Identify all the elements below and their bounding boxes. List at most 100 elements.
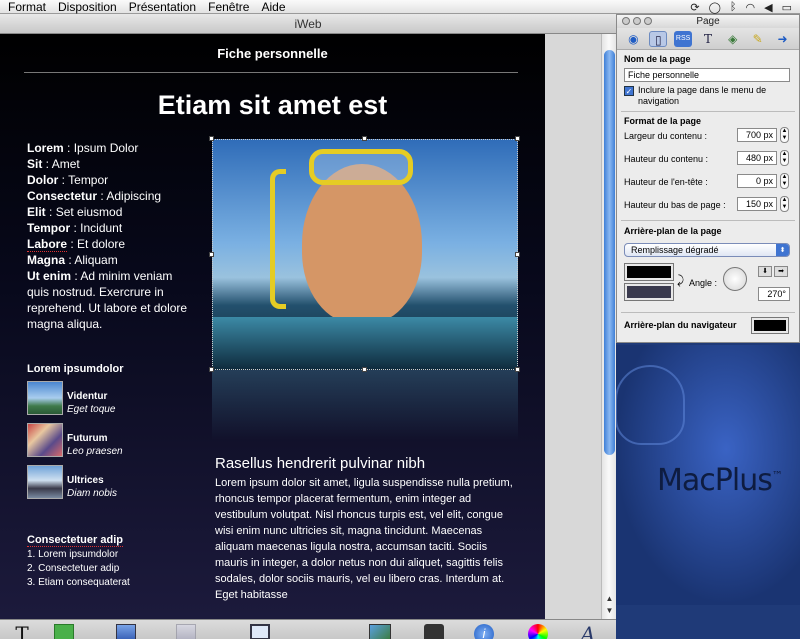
vertical-scrollbar[interactable]: ▲ ▼ [601,34,616,619]
text-box-button[interactable]: T [2,624,42,639]
link-tab-icon[interactable]: ➜ [773,31,791,47]
chevron-updown-icon: ⬍ [776,244,789,256]
wifi-icon[interactable]: ◠ [746,1,756,14]
menu-disposition[interactable]: Disposition [52,0,123,14]
menu-extras: ⟳ ◯ ᛒ ◠ ◀ ▭ [690,0,792,14]
close-button[interactable] [622,17,630,25]
bubble-icon[interactable]: ◯ [709,1,721,14]
thumb-title: Futurum [67,433,108,444]
thumb-list: Videntur Eget toque Futurum Leo praesen … [27,379,207,505]
zoom-button[interactable] [644,17,652,25]
font-icon: A [580,622,596,639]
gradient-color-top-well[interactable] [624,263,674,281]
fonts-button[interactable]: A [568,624,608,639]
header-height-label: Hauteur de l'en-tête : [624,177,708,187]
menu-bar: Format Disposition Présentation Fenêtre … [0,0,800,14]
remove-page-button[interactable] [166,624,206,639]
footer-height-field[interactable]: 150 px [737,197,777,211]
article-title[interactable]: Rasellus hendrerit pulvinar nibh [215,455,425,472]
page-add-icon [116,624,136,639]
scroll-up-arrow-icon[interactable]: ▲ [604,594,615,604]
resize-handle[interactable] [209,136,214,141]
page-canvas[interactable]: Fiche personnelle Etiam sit amet est Lor… [0,34,545,619]
adjust-button[interactable] [414,624,454,639]
volume-icon[interactable]: ◀ [764,1,772,14]
angle-right-button[interactable]: ➡ [774,266,788,277]
preview-button[interactable] [240,624,280,639]
add-page-button[interactable] [106,624,146,639]
rss-tab-icon[interactable]: RSS [674,30,693,47]
content-width-field[interactable]: 700 px [737,128,777,142]
content-height-field[interactable]: 480 px [737,151,777,165]
metrics-tab-icon[interactable]: ✎ [749,31,767,47]
divider [621,220,795,221]
page-heading[interactable]: Fiche personnelle [0,46,545,61]
battery-icon[interactable]: ▭ [782,1,792,14]
page-name-field[interactable]: Fiche personnelle [624,68,790,82]
menu-presentation[interactable]: Présentation [123,0,202,14]
header-height-field[interactable]: 0 px [737,174,777,188]
footer-height-label: Hauteur du bas de page : [624,200,726,210]
content-height-stepper[interactable]: ▲ ▼ [780,150,789,166]
thumb-subtitle: Diam nobis [67,488,118,499]
profile-line: Dolor : Tempor [27,173,109,187]
profile-line: Tempor : Incidunt [27,221,123,235]
include-menu-checkbox[interactable]: ✓ [624,86,634,96]
links-heading[interactable]: Lorem ipsumdolor [27,363,124,375]
article-body[interactable]: Lorem ipsum dolor sit amet, ligula suspe… [215,475,515,603]
thumbnail-image [27,381,63,415]
inspector-title-text: Page [696,16,720,27]
site-tab-icon[interactable]: ◉ [624,31,642,47]
page-remove-icon [176,624,196,639]
graphic-tab-icon[interactable]: ◈ [724,31,742,47]
footer-height-stepper[interactable]: ▲ ▼ [780,196,789,212]
angle-dial[interactable] [723,267,747,291]
page-title[interactable]: Etiam sit amet est [0,90,545,121]
swap-colors-icon[interactable]: ⤸ [677,273,684,288]
profile-text[interactable]: Lorem : Ipsum Dolor Sit : Amet Dolor : T… [27,140,197,332]
resize-handle[interactable] [362,367,367,372]
thumbnail-image [27,465,63,499]
resize-handle[interactable] [515,367,520,372]
resize-handle[interactable] [362,136,367,141]
resize-handle[interactable] [515,252,520,257]
scroll-thumb[interactable] [604,50,615,455]
divider [621,312,795,313]
page-tab-icon[interactable]: ▯ [649,30,668,47]
media-button[interactable] [360,624,400,639]
resize-handle[interactable] [515,136,520,141]
list-item: 3. Etiam consequaterat [27,577,130,588]
text-tab-icon[interactable]: T [699,31,717,47]
resize-handle[interactable] [209,367,214,372]
browser-bg-color-well[interactable] [751,317,789,334]
colors-button[interactable] [518,624,558,639]
menu-format[interactable]: Format [0,0,52,14]
thumb-subtitle: Eget toque [67,404,116,415]
sync-icon[interactable]: ⟳ [690,1,699,14]
list-item[interactable]: Futurum Leo praesen [27,421,207,463]
minimize-button[interactable] [633,17,641,25]
angle-field[interactable]: 270° [758,287,790,301]
inspector-button[interactable]: i [464,624,504,639]
web-page: Fiche personnelle Etiam sit amet est Lor… [0,34,545,619]
selection-border [212,139,518,370]
inspector-panel: Page ◉ ▯ RSS T ◈ ✎ ➜ Nom de la page Fich… [616,14,800,343]
menu-aide[interactable]: Aide [255,0,291,14]
list-item[interactable]: Videntur Eget toque [27,379,207,421]
apple-logo-icon [615,365,685,445]
thumbnail-image [27,423,63,457]
gradient-color-bottom-well[interactable] [624,283,674,301]
menu-fenetre[interactable]: Fenêtre [202,0,255,14]
ordered-list[interactable]: 1. Lorem ipsumdolor 2. Consectetuer adip… [27,548,130,590]
shapes-button[interactable] [44,624,84,639]
list-item[interactable]: Ultrices Diam nobis [27,463,207,505]
header-height-stepper[interactable]: ▲ ▼ [780,173,789,189]
fill-type-select[interactable]: Remplissage dégradé ⬍ [624,243,790,257]
profile-line: Consectetur : Adipiscing [27,189,162,203]
scroll-down-arrow-icon[interactable]: ▼ [604,606,615,616]
angle-down-button[interactable]: ⬇ [758,266,772,277]
content-width-stepper[interactable]: ▲ ▼ [780,127,789,143]
list-heading[interactable]: Consectetuer adip [27,534,123,547]
bluetooth-icon[interactable]: ᛒ [730,1,737,13]
resize-handle[interactable] [209,252,214,257]
